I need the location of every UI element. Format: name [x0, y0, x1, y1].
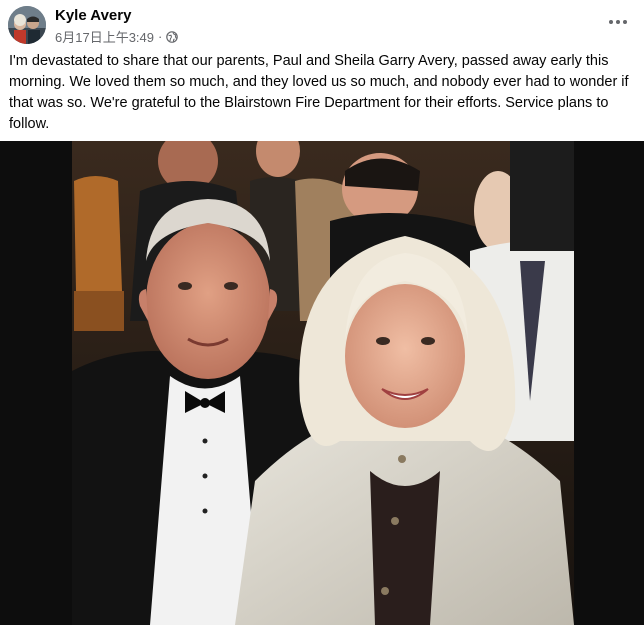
post-text: I'm devastated to share that our parents… [9, 53, 629, 132]
meta-separator: · [158, 29, 163, 44]
author-avatar[interactable] [8, 6, 46, 44]
facebook-post: Kyle Avery 6月17日上午3:49 · I'm devastated … [0, 0, 644, 625]
post-timestamp[interactable]: 6月17日上午3:49 [55, 27, 154, 46]
post-meta: 6月17日上午3:49 · [55, 27, 179, 46]
more-options-icon[interactable] [606, 16, 630, 28]
author-name[interactable]: Kyle Avery [55, 7, 131, 24]
post-photo[interactable] [0, 141, 644, 625]
post-header: Kyle Avery 6月17日上午3:49 · [0, 0, 644, 48]
globe-icon[interactable] [166, 30, 179, 43]
